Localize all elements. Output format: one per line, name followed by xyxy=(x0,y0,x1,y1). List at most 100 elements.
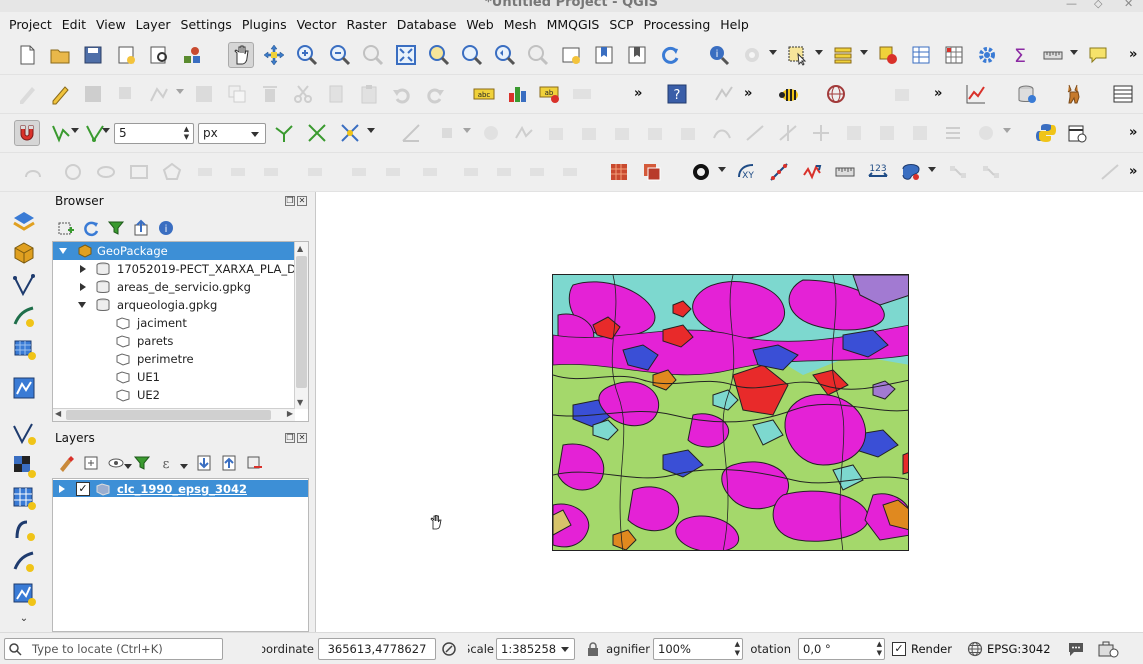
expand-arrow-icon[interactable] xyxy=(80,265,86,273)
browser-item-jaciment[interactable]: jaciment xyxy=(53,314,308,332)
browser-refresh-icon[interactable] xyxy=(81,218,101,238)
leftbar-more-icon[interactable]: ⌄ xyxy=(9,610,39,626)
raster-band-set-icon[interactable] xyxy=(639,159,665,185)
add-ring-icon[interactable] xyxy=(890,81,916,107)
rotation-spin-arrows-icon[interactable]: ▲ ▼ xyxy=(877,640,882,658)
map-themes-dropdown-icon[interactable] xyxy=(124,464,132,469)
offset-point-symbols-icon[interactable] xyxy=(973,120,999,146)
add-selected-layers-icon[interactable] xyxy=(56,218,76,238)
menu-edit[interactable]: Edit xyxy=(57,17,91,32)
shape-tool-8-icon[interactable] xyxy=(302,159,328,185)
browser-properties-icon[interactable]: i xyxy=(156,218,176,238)
shape-tool-15-icon[interactable] xyxy=(557,159,583,185)
label-show-hide-icon[interactable] xyxy=(570,81,596,107)
toolbar-overflow-icon[interactable]: » xyxy=(1129,47,1137,62)
profile-tool-icon[interactable] xyxy=(963,81,989,107)
add-part-icon[interactable] xyxy=(544,120,570,146)
add-wcs-layer-icon[interactable] xyxy=(9,484,39,512)
self-snapping-icon[interactable] xyxy=(337,120,363,146)
magnifier-input[interactable]: 100% ▲ ▼ xyxy=(653,638,743,660)
filter-by-expression-icon[interactable]: ε xyxy=(157,453,177,473)
layers-float-icon[interactable]: ❐ xyxy=(285,433,295,443)
show-bookmarks-icon[interactable] xyxy=(624,42,650,68)
move-feature-dropdown-icon[interactable] xyxy=(463,128,471,133)
diagram-icon[interactable] xyxy=(504,81,530,107)
current-edits-icon[interactable] xyxy=(14,81,40,107)
map-layer-clc-1990[interactable] xyxy=(552,274,909,551)
topological-editing-icon[interactable] xyxy=(271,120,297,146)
offset-point-dropdown-icon[interactable] xyxy=(1003,128,1011,133)
open-project-icon[interactable] xyxy=(47,42,73,68)
expand-arrow-icon[interactable] xyxy=(80,283,86,291)
menu-raster[interactable]: Raster xyxy=(341,17,391,32)
help-icon[interactable]: ? xyxy=(664,81,690,107)
zoom-native-icon[interactable] xyxy=(360,42,386,68)
locator-search-input[interactable]: Type to locate (Ctrl+K) xyxy=(4,638,223,660)
redo-icon[interactable] xyxy=(422,81,448,107)
select-by-value-dropdown-icon[interactable] xyxy=(860,50,868,55)
browser-item-perimetre[interactable]: perimetre xyxy=(53,350,308,368)
maximize-icon[interactable]: ◇ xyxy=(1094,0,1102,10)
zoom-full-icon[interactable] xyxy=(393,42,419,68)
layers-close-icon[interactable]: ✕ xyxy=(297,433,307,443)
browser-horizontal-scrollbar[interactable]: ◀ ▶ xyxy=(53,408,295,421)
manage-map-themes-icon[interactable] xyxy=(106,453,126,473)
add-delimited-text-icon[interactable] xyxy=(9,374,39,402)
merge-features-icon[interactable] xyxy=(874,120,900,146)
add-feature-icon[interactable] xyxy=(113,81,139,107)
browser-item-pect-xarxa[interactable]: 17052019-PECT_XARXA_PLA_DE xyxy=(53,260,308,278)
shape-tool-11-icon[interactable] xyxy=(417,159,443,185)
add-geopackage-layer-icon[interactable] xyxy=(9,239,39,267)
menu-mesh[interactable]: Mesh xyxy=(499,17,542,32)
snap-vertex-mode-dropdown-icon[interactable] xyxy=(102,128,110,133)
open-layer-styling-icon[interactable] xyxy=(56,453,76,473)
menu-settings[interactable]: Settings xyxy=(176,17,237,32)
menu-processing[interactable]: Processing xyxy=(639,17,716,32)
menu-web[interactable]: Web xyxy=(461,17,498,32)
zoom-out-icon[interactable] xyxy=(327,42,353,68)
line-direction-icon[interactable] xyxy=(799,159,825,185)
line-vertices-icon[interactable] xyxy=(766,159,792,185)
snap-layer-mode-icon[interactable] xyxy=(48,120,74,146)
menu-project[interactable]: Project xyxy=(4,17,57,32)
new-bookmark-icon[interactable] xyxy=(591,42,617,68)
temporal-controller-icon[interactable] xyxy=(1064,120,1090,146)
modify-attributes-icon[interactable] xyxy=(191,81,217,107)
move-feature-icon[interactable] xyxy=(436,120,462,146)
add-raster-layer-icon[interactable] xyxy=(9,335,39,363)
browser-item-ue1[interactable]: UE1 xyxy=(53,368,308,386)
magnifier-spin-arrows-icon[interactable]: ▲ ▼ xyxy=(735,640,740,658)
simplify-feature-icon[interactable] xyxy=(511,120,537,146)
scale-select[interactable]: 1:385258 xyxy=(496,638,575,660)
messages-icon[interactable] xyxy=(1067,640,1085,658)
browser-item-ue2[interactable]: UE2 xyxy=(53,386,308,404)
add-spatialite-layer-icon[interactable] xyxy=(9,548,39,576)
minimize-icon[interactable]: — xyxy=(1066,0,1077,10)
shape-tool-6-icon[interactable] xyxy=(225,159,251,185)
measure-line-icon[interactable] xyxy=(1040,42,1066,68)
add-rectangle-icon[interactable] xyxy=(126,159,152,185)
new-print-layout-icon[interactable] xyxy=(113,42,139,68)
coordinate-field[interactable]: 365613,4778627 xyxy=(318,638,436,660)
vertex-dropdown-icon[interactable] xyxy=(176,89,184,94)
map-tips-icon[interactable] xyxy=(1085,42,1111,68)
toolbar2-overflow-icon[interactable]: » xyxy=(634,86,642,101)
style-manager-icon[interactable] xyxy=(179,42,205,68)
browser-close-icon[interactable]: ✕ xyxy=(297,196,307,206)
toggle-extents-icon[interactable] xyxy=(440,640,458,658)
bee-plugin-icon[interactable] xyxy=(776,81,802,107)
toolbar4-extra-icon[interactable] xyxy=(1097,159,1123,185)
shape-tool-9-icon[interactable] xyxy=(346,159,372,185)
zoom-to-selection-icon[interactable] xyxy=(426,42,452,68)
shape-tool-13-icon[interactable] xyxy=(491,159,517,185)
self-snapping-dropdown-icon[interactable] xyxy=(367,128,375,133)
menu-plugins[interactable]: Plugins xyxy=(237,17,292,32)
delete-part-icon[interactable] xyxy=(643,120,669,146)
zoom-next-icon[interactable] xyxy=(525,42,551,68)
pan-map-icon[interactable] xyxy=(228,42,254,68)
snapping-intersection-icon[interactable] xyxy=(304,120,330,146)
fill-ring-icon[interactable] xyxy=(577,120,603,146)
delete-ring-icon[interactable] xyxy=(610,120,636,146)
split-features-icon[interactable] xyxy=(808,120,834,146)
menu-mmqgis[interactable]: MMQGIS xyxy=(542,17,605,32)
